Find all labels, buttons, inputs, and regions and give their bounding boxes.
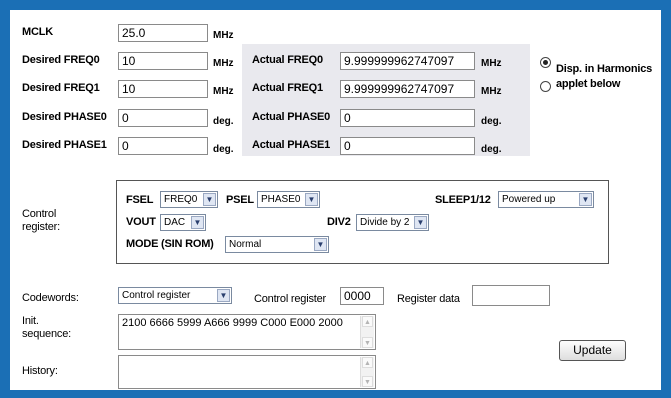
desired-freq1-unit: MHz bbox=[213, 86, 234, 97]
mode-label: MODE (SIN ROM) bbox=[126, 238, 214, 250]
desired-freq0-label: Desired FREQ0 bbox=[22, 54, 100, 66]
control-register-input[interactable]: 0000 bbox=[340, 287, 384, 305]
main-panel: MCLK 25.0 MHz Desired FREQ0 10 MHz Desir… bbox=[10, 10, 661, 390]
sleep-select[interactable]: Powered up ▼ bbox=[498, 191, 594, 208]
init-sequence-textarea[interactable]: 2100 6666 5999 A666 9999 C000 E000 2000 … bbox=[118, 314, 376, 350]
scroll-up-icon[interactable]: ▲ bbox=[362, 316, 373, 327]
mclk-unit: MHz bbox=[213, 30, 234, 41]
register-data-label: Register data bbox=[397, 293, 460, 305]
actual-phase1-value: 0 bbox=[340, 137, 475, 155]
actual-freq1-label: Actual FREQ1 bbox=[252, 82, 323, 94]
init-sequence-label-line1: Init. bbox=[22, 315, 39, 327]
desired-freq1-label: Desired FREQ1 bbox=[22, 82, 100, 94]
control-register-field-label: Control register bbox=[254, 293, 326, 305]
chevron-down-icon: ▼ bbox=[217, 289, 230, 302]
update-button[interactable]: Update bbox=[559, 340, 626, 361]
radio-applet-below[interactable] bbox=[540, 81, 551, 92]
desired-freq1-input[interactable]: 10 bbox=[118, 80, 208, 98]
init-sequence-label-line2: sequence: bbox=[22, 328, 71, 340]
chevron-down-icon: ▼ bbox=[314, 238, 327, 251]
chevron-down-icon: ▼ bbox=[414, 216, 427, 229]
mode-value: Normal bbox=[229, 239, 262, 250]
actual-freq1-value: 9.999999962747097 bbox=[340, 80, 475, 98]
actual-phase0-value: 0 bbox=[340, 109, 475, 127]
desired-phase0-input[interactable]: 0 bbox=[118, 109, 208, 127]
mclk-label: MCLK bbox=[22, 26, 53, 38]
codewords-value: Control register bbox=[122, 290, 191, 301]
desired-phase1-label: Desired PHASE1 bbox=[22, 139, 107, 151]
register-data-input[interactable] bbox=[472, 285, 550, 306]
actual-phase1-unit: deg. bbox=[481, 144, 502, 155]
sleep-value: Powered up bbox=[502, 194, 556, 205]
radio-applet-below-label: applet below bbox=[556, 78, 621, 90]
actual-freq0-value: 9.999999962747097 bbox=[340, 52, 475, 70]
div2-value: Divide by 2 bbox=[360, 217, 410, 228]
chevron-down-icon: ▼ bbox=[203, 193, 216, 206]
mclk-input[interactable]: 25.0 bbox=[118, 24, 208, 42]
scroll-down-icon[interactable]: ▼ bbox=[362, 337, 373, 348]
vout-label: VOUT bbox=[126, 216, 156, 228]
chevron-down-icon: ▼ bbox=[191, 216, 204, 229]
psel-value: PHASE0 bbox=[261, 194, 301, 205]
history-label: History: bbox=[22, 365, 58, 377]
actual-phase0-unit: deg. bbox=[481, 116, 502, 127]
psel-label: PSEL bbox=[226, 194, 254, 206]
desired-phase1-input[interactable]: 0 bbox=[118, 137, 208, 155]
codewords-select[interactable]: Control register ▼ bbox=[118, 287, 232, 304]
radio-disp-harmonics[interactable] bbox=[540, 57, 551, 68]
vout-select[interactable]: DAC ▼ bbox=[160, 214, 206, 231]
control-register-label-line1: Control bbox=[22, 208, 57, 220]
chevron-down-icon: ▼ bbox=[579, 193, 592, 206]
history-scrollbar[interactable]: ▲ ▼ bbox=[360, 357, 374, 387]
actual-freq1-unit: MHz bbox=[481, 86, 502, 97]
div2-label: DIV2 bbox=[327, 216, 351, 228]
fsel-label: FSEL bbox=[126, 194, 154, 206]
control-register-label-line2: register: bbox=[22, 221, 60, 233]
actual-phase0-label: Actual PHASE0 bbox=[252, 111, 331, 123]
codewords-label: Codewords: bbox=[22, 292, 79, 304]
psel-select[interactable]: PHASE0 ▼ bbox=[257, 191, 320, 208]
scroll-up-icon[interactable]: ▲ bbox=[362, 357, 373, 368]
desired-freq0-input[interactable]: 10 bbox=[118, 52, 208, 70]
init-sequence-scrollbar[interactable]: ▲ ▼ bbox=[360, 316, 374, 348]
vout-value: DAC bbox=[164, 217, 186, 228]
sleep-label: SLEEP1/12 bbox=[435, 194, 491, 206]
desired-phase0-unit: deg. bbox=[213, 116, 234, 127]
desired-phase0-label: Desired PHASE0 bbox=[22, 111, 107, 123]
desired-phase1-unit: deg. bbox=[213, 144, 234, 155]
chevron-down-icon: ▼ bbox=[305, 193, 318, 206]
history-textarea[interactable]: ▲ ▼ bbox=[118, 355, 376, 389]
radio-disp-harmonics-label: Disp. in Harmonics bbox=[556, 63, 653, 75]
desired-freq0-unit: MHz bbox=[213, 58, 234, 69]
mode-select[interactable]: Normal ▼ bbox=[225, 236, 329, 253]
scroll-down-icon[interactable]: ▼ bbox=[362, 376, 373, 387]
actual-freq0-label: Actual FREQ0 bbox=[252, 54, 323, 66]
div2-select[interactable]: Divide by 2 ▼ bbox=[356, 214, 429, 231]
actual-phase1-label: Actual PHASE1 bbox=[252, 139, 331, 151]
init-sequence-value: 2100 6666 5999 A666 9999 C000 E000 2000 bbox=[122, 317, 343, 329]
actual-freq0-unit: MHz bbox=[481, 58, 502, 69]
fsel-select[interactable]: FREQ0 ▼ bbox=[160, 191, 218, 208]
fsel-value: FREQ0 bbox=[164, 194, 198, 205]
